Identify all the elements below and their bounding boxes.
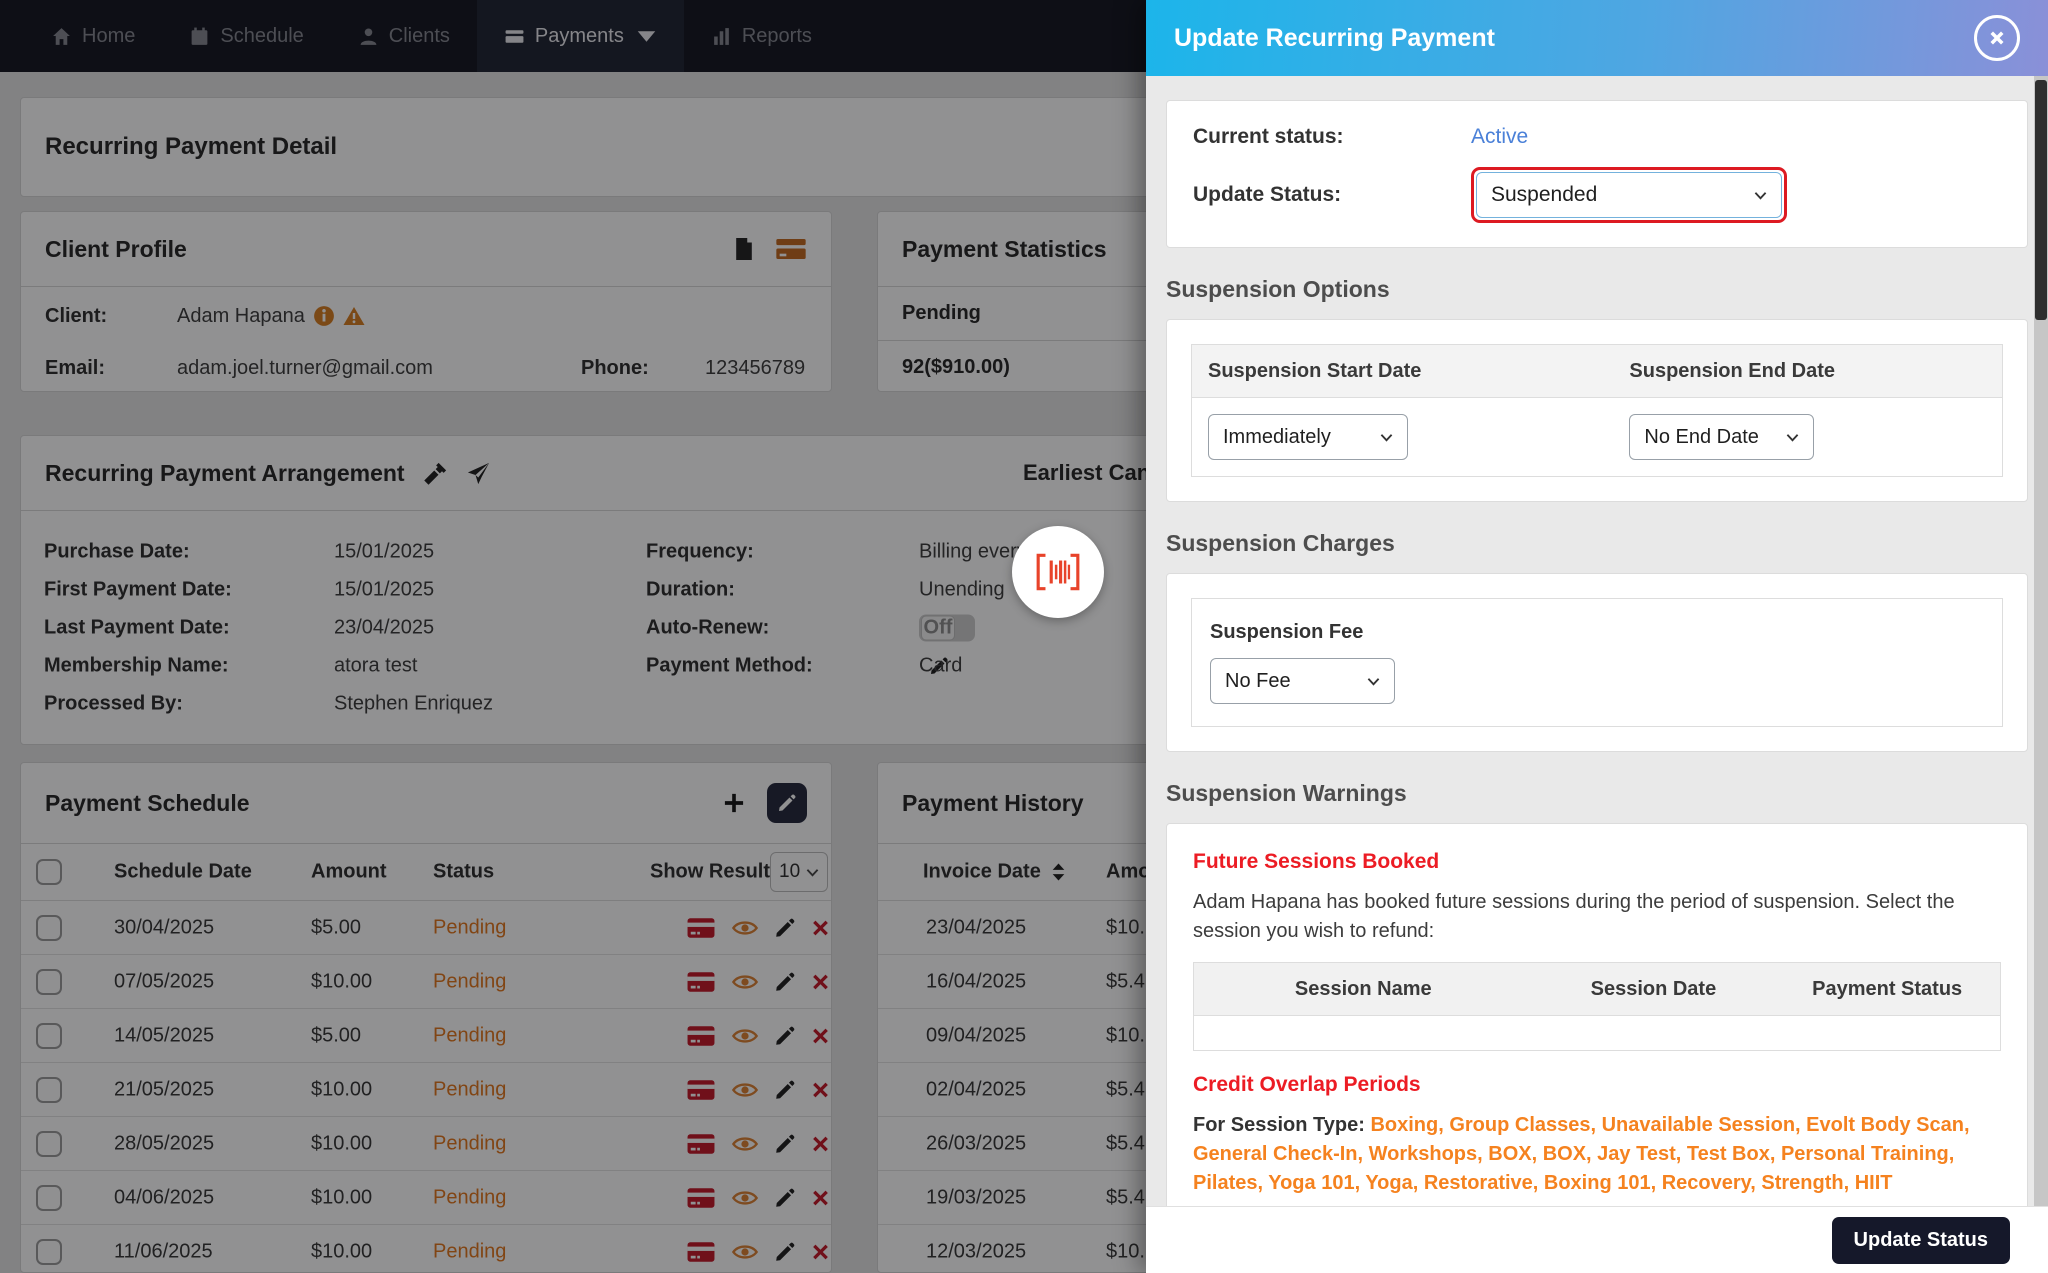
future-sessions-title: Future Sessions Booked [1193,850,1440,873]
modal-footer: Update Status [1146,1206,2048,1273]
barcode-icon [1034,552,1082,592]
current-status-value: Active [1471,125,1529,148]
update-status-value: Suspended [1491,183,1598,206]
suspension-start-select[interactable]: Immediately [1208,414,1408,460]
barcode-scan-button[interactable] [1012,526,1104,618]
suspension-warnings-heading: Suspension Warnings [1166,780,1407,806]
credit-overlap-title: Credit Overlap Periods [1193,1073,1421,1096]
sessions-table-header: Session Name Session Date Payment Status [1193,962,2001,1016]
close-icon [1987,28,2007,48]
col-suspension-end: Suspension End Date [1629,359,1835,382]
update-recurring-payment-modal: Update Recurring Payment Current status:… [1146,0,2048,1273]
scrollbar-thumb[interactable] [2035,80,2047,320]
update-status-highlight: Suspended [1471,167,1787,223]
suspension-charges-card: Suspension Fee No Fee [1166,573,2028,752]
credit-overlap-description: For Session Type: Boxing, Group Classes,… [1193,1111,2001,1198]
col-session-date: Session Date [1590,977,1717,1000]
for-session-type-label: For Session Type: [1193,1114,1371,1136]
col-session-name: Session Name [1294,977,1432,1000]
col-payment-status: Payment Status [1812,977,1963,1000]
sessions-table-empty [1193,1016,2001,1051]
status-card: Current status: Active Update Status: Su… [1166,100,2028,248]
future-sessions-description: Adam Hapana has booked future sessions d… [1193,891,1955,942]
modal-header: Update Recurring Payment [1146,0,2048,76]
suspension-charges-heading: Suspension Charges [1166,530,1395,556]
update-status-select[interactable]: Suspended [1476,172,1782,218]
col-suspension-start: Suspension Start Date [1208,359,1422,382]
current-status-label: Current status: [1193,125,1344,148]
suspension-end-select[interactable]: No End Date [1629,414,1815,460]
suspension-start-value: Immediately [1223,425,1331,448]
scrollbar-track[interactable] [2034,76,2048,1273]
suspension-fee-select[interactable]: No Fee [1210,658,1395,704]
suspension-end-value: No End Date [1644,425,1759,448]
suspension-options-card: Suspension Start Date Suspension End Dat… [1166,319,2028,502]
suspension-options-heading: Suspension Options [1166,276,1390,302]
update-status-label: Update Status: [1193,183,1342,206]
modal-body: Current status: Active Update Status: Su… [1146,76,2034,1273]
suspension-fee-label: Suspension Fee [1210,621,1364,643]
close-button[interactable] [1974,15,2020,61]
modal-title: Update Recurring Payment [1174,23,1495,52]
update-status-button[interactable]: Update Status [1831,1216,2010,1264]
suspension-fee-value: No Fee [1225,669,1291,692]
